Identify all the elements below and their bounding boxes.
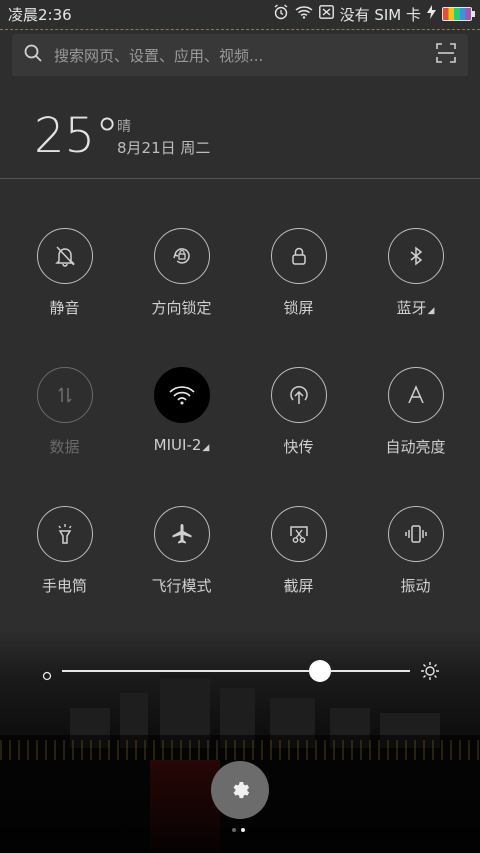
- gear-icon: [229, 777, 251, 803]
- bluetooth-icon: [387, 228, 444, 284]
- toggle-label: 自动亮度: [385, 438, 446, 456]
- search-placeholder[interactable]: 搜索网页、设置、应用、视频...: [54, 45, 436, 66]
- brightness-low-icon: [42, 666, 52, 685]
- screenshot-icon: [270, 506, 327, 562]
- weather-date: 8月21日 周二: [117, 139, 211, 157]
- lock-icon: [270, 228, 327, 284]
- upload-icon: [270, 367, 327, 423]
- brightness-slider-thumb[interactable]: [308, 660, 331, 682]
- scan-icon[interactable]: [436, 43, 456, 67]
- weather-divider: [0, 178, 480, 179]
- status-time: 凌晨2:36: [8, 5, 72, 24]
- status-divider: [0, 29, 480, 30]
- toggle-screenshot[interactable]: 截屏: [240, 506, 357, 596]
- brightness-control: [38, 660, 442, 682]
- carrier-label: 没有 SIM 卡: [339, 5, 421, 24]
- bell-off-icon: [36, 228, 93, 284]
- submenu-indicator-icon: ◢: [202, 443, 210, 453]
- toggle-label: MIUI-2◢: [153, 436, 210, 454]
- toggle-label: 数据: [49, 438, 80, 456]
- toggle-wifi[interactable]: MIUI-2◢: [123, 367, 240, 454]
- wifi-toggle-icon: [153, 367, 210, 423]
- status-bar: 凌晨2:36 没有 SIM 卡: [0, 0, 480, 28]
- toggle-rotation-lock[interactable]: 方向锁定: [123, 228, 240, 318]
- toggle-label: 方向锁定: [151, 299, 212, 317]
- toggle-label: 蓝牙◢: [396, 299, 435, 317]
- search-icon: [24, 44, 42, 66]
- toggle-label: 截屏: [283, 577, 314, 595]
- settings-button[interactable]: [211, 761, 269, 819]
- page-dot: [232, 828, 236, 832]
- flashlight-icon: [36, 506, 93, 562]
- brightness-slider[interactable]: [62, 670, 410, 672]
- battery-icon: [442, 7, 475, 21]
- mobile-data-icon: [36, 367, 93, 423]
- toggle-flashlight[interactable]: 手电筒: [6, 506, 123, 596]
- no-sim-icon: [318, 5, 334, 23]
- wifi-icon: [295, 5, 313, 23]
- toggle-mobile-data[interactable]: 数据: [6, 367, 123, 457]
- toggle-auto-brightness[interactable]: 自动亮度: [357, 367, 474, 457]
- vibrate-icon: [387, 506, 444, 562]
- toggle-silent[interactable]: 静音: [6, 228, 123, 318]
- toggle-airplane-mode[interactable]: 飞行模式: [123, 506, 240, 596]
- page-dot-active: [241, 828, 245, 832]
- toggle-quick-transfer[interactable]: 快传: [240, 367, 357, 457]
- toggle-label: 静音: [49, 299, 80, 317]
- toggle-lock-screen[interactable]: 锁屏: [240, 228, 357, 318]
- alarm-icon: [273, 4, 289, 24]
- rotation-lock-icon: [153, 228, 210, 284]
- search-bar[interactable]: 搜索网页、设置、应用、视频...: [12, 34, 468, 76]
- toggle-vibrate[interactable]: 振动: [357, 506, 474, 596]
- toggle-label: 锁屏: [283, 299, 314, 317]
- submenu-indicator-icon: ◢: [427, 306, 435, 316]
- toggle-bluetooth[interactable]: 蓝牙◢: [357, 228, 474, 318]
- toggle-label: 振动: [400, 577, 431, 595]
- toggle-label: 快传: [283, 438, 314, 456]
- weather-temperature[interactable]: 25°: [34, 108, 119, 164]
- charging-icon: [427, 5, 436, 23]
- toggle-label: 飞行模式: [151, 577, 212, 595]
- toggle-label: 手电筒: [41, 577, 87, 595]
- airplane-icon: [153, 506, 210, 562]
- brightness-high-icon: [420, 661, 440, 685]
- auto-brightness-icon: [387, 367, 444, 423]
- page-indicator: [232, 828, 245, 832]
- weather-condition: 晴: [117, 119, 131, 135]
